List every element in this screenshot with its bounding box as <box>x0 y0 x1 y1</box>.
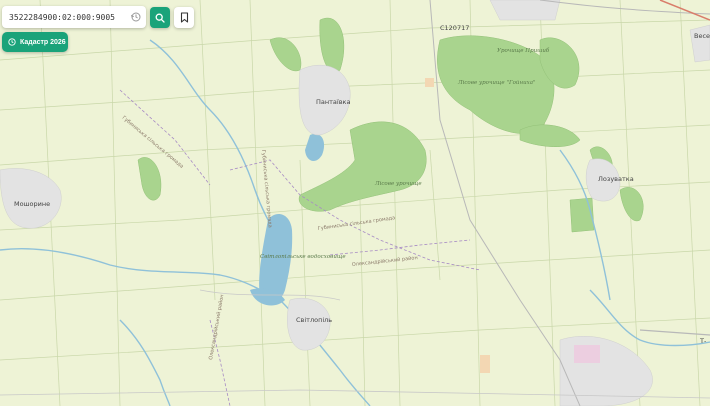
search-box[interactable] <box>2 6 146 28</box>
forest-label-south: Лісове урочище <box>374 181 422 187</box>
reservoir-label: Світлопільське водосховище <box>260 254 346 260</box>
search-button[interactable] <box>150 7 170 28</box>
place-label-pantaivka: Пантаївка <box>316 98 350 106</box>
place-label-veseli: Весел <box>694 32 710 40</box>
place-label-lozuvatka: Лозуватка <box>598 175 634 183</box>
cadastre-layer-label: Кадастр 2026 <box>20 38 66 46</box>
clock-icon <box>8 38 16 46</box>
map-canvas[interactable]: Пантаївка Світлопіль Мошорине Лозуватка … <box>0 0 710 406</box>
cadastre-layer-button[interactable]: Кадастр 2026 <box>2 32 68 52</box>
pink-landuse <box>574 345 600 363</box>
forest-label-goinykha: Лісове урочище "Гойниха" <box>457 80 536 86</box>
place-label-svitlopil: Світлопіль <box>296 316 332 324</box>
road-label-t: Т- <box>699 337 707 345</box>
cadastre-search-input[interactable] <box>9 12 127 22</box>
orange-landuse <box>480 355 490 373</box>
search-icon <box>155 13 165 23</box>
history-icon[interactable] <box>130 11 142 23</box>
forest-label-pryshyb: Урочище Пришиб <box>497 47 550 54</box>
road-label-c1: С120717 <box>440 24 469 32</box>
bookmark-icon <box>180 12 188 23</box>
bookmark-button[interactable] <box>174 7 194 28</box>
place-label-mosoryne: Мошорине <box>14 200 50 208</box>
orange-landuse <box>425 78 434 87</box>
